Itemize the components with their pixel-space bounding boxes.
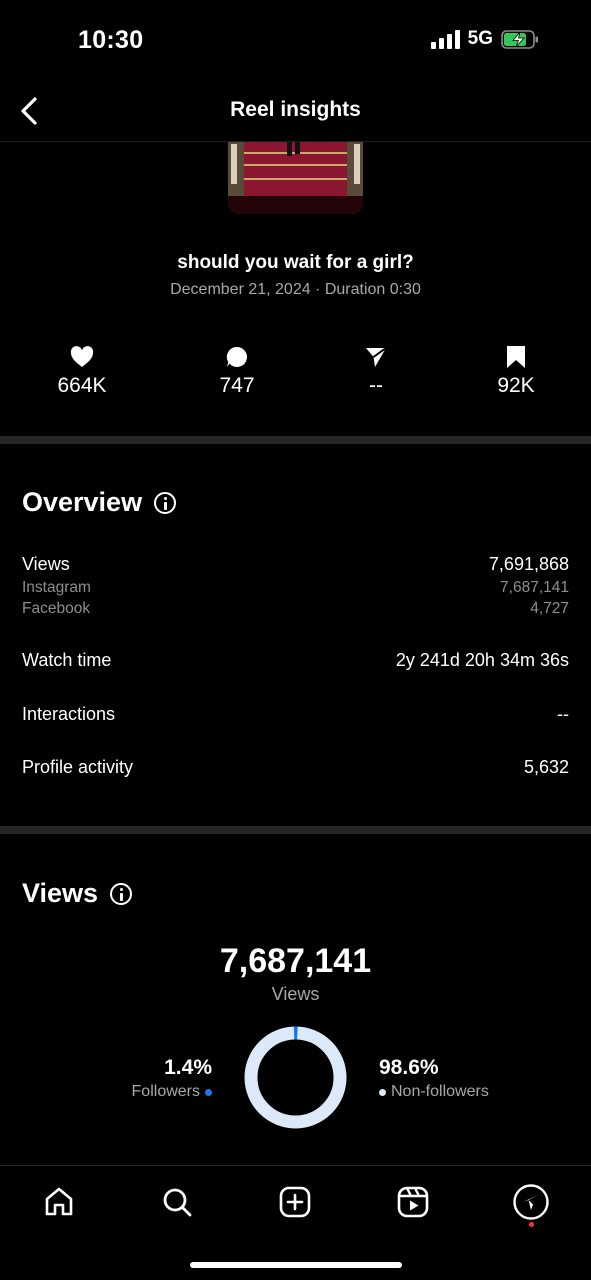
- instagram-row: Instagram 7,687,141: [22, 579, 569, 597]
- non-followers-legend: 98.6% Non-followers: [379, 1056, 489, 1101]
- shares-count: --: [369, 374, 383, 397]
- watch-time-row: Watch time 2y 241d 20h 34m 36s: [22, 650, 569, 671]
- followers-percent: 1.4%: [164, 1056, 212, 1079]
- facebook-label: Facebook: [22, 600, 91, 617]
- non-followers-dot: [379, 1088, 386, 1096]
- network-label: 5G: [467, 28, 493, 49]
- non-followers-percent: 98.6%: [379, 1056, 439, 1079]
- followers-dot: [205, 1088, 212, 1096]
- watch-time-value: 2y 241d 20h 34m 36s: [395, 650, 569, 670]
- views-total-label: Views: [271, 984, 320, 1004]
- non-followers-label: Non-followers: [391, 1083, 489, 1100]
- views-label: Views: [22, 554, 70, 574]
- shares-stat: --: [316, 344, 436, 398]
- followers-legend: 1.4% Followers: [132, 1056, 212, 1101]
- page-title: Reel insights: [230, 98, 361, 121]
- profile-activity-row[interactable]: Profile activity 5,632: [22, 757, 569, 778]
- send-icon: [316, 344, 436, 370]
- home-tab[interactable]: [39, 1182, 79, 1222]
- views-total: 7,687,141: [219, 942, 372, 980]
- create-icon: [279, 1186, 311, 1218]
- interactions-label: Interactions: [22, 704, 116, 724]
- followers-label: Followers: [131, 1083, 200, 1100]
- battery-charging-icon: [501, 29, 538, 49]
- reel-date-duration: December 21, 2024 · Duration 0:30: [170, 281, 421, 298]
- comments-stat: 747: [177, 344, 297, 398]
- reels-tab[interactable]: [393, 1182, 433, 1222]
- reels-icon: [397, 1186, 429, 1218]
- likes-stat: 664K: [22, 344, 142, 398]
- reel-thumbnail[interactable]: [228, 142, 363, 214]
- saves-stat: 92K: [456, 344, 576, 398]
- views-heading: Views: [22, 878, 133, 909]
- header: Reel insights: [0, 80, 591, 142]
- views-value: 7,691,868: [488, 554, 569, 574]
- explore-tab[interactable]: [511, 1182, 551, 1222]
- signal-icon: [430, 29, 460, 49]
- engagement-stats: 664K 747 -- 92K: [0, 344, 591, 404]
- donut-segment-non-followers: [244, 1026, 347, 1129]
- create-tab[interactable]: [275, 1182, 315, 1222]
- search-tab[interactable]: [157, 1182, 197, 1222]
- bookmark-icon: [456, 344, 576, 370]
- status-time: 10:30: [78, 26, 144, 54]
- interactions-row[interactable]: Interactions --: [22, 704, 569, 725]
- info-icon[interactable]: [110, 882, 133, 905]
- overview-heading: Overview: [22, 487, 177, 518]
- profile-activity-label: Profile activity: [22, 757, 134, 777]
- comment-icon: [177, 344, 297, 370]
- comments-count: 747: [219, 374, 255, 397]
- info-icon[interactable]: [154, 491, 177, 514]
- interactions-value: --: [557, 704, 569, 724]
- status-bar: 10:30 5G: [0, 0, 591, 80]
- views-row: Views 7,691,868: [22, 554, 569, 575]
- search-icon: [163, 1188, 192, 1217]
- instagram-label: Instagram: [22, 579, 91, 596]
- views-title: Views: [22, 878, 99, 908]
- reel-caption: should you wait for a girl?: [177, 252, 414, 273]
- facebook-value: 4,727: [530, 600, 569, 617]
- likes-count: 664K: [57, 374, 107, 397]
- watch-time-label: Watch time: [22, 650, 112, 670]
- views-donut-chart: [244, 1026, 347, 1129]
- overview-title: Overview: [22, 487, 143, 517]
- notification-dot: [529, 1222, 534, 1227]
- heart-icon: [22, 344, 142, 370]
- section-divider: [0, 826, 591, 834]
- section-divider: [0, 436, 591, 444]
- home-indicator: [190, 1262, 402, 1268]
- profile-activity-value: 5,632: [523, 757, 569, 777]
- status-indicators: 5G: [430, 28, 539, 50]
- home-icon: [45, 1187, 73, 1216]
- explore-icon: [513, 1184, 549, 1220]
- instagram-value: 7,687,141: [500, 579, 569, 596]
- facebook-row: Facebook 4,727: [22, 600, 569, 618]
- saves-count: 92K: [497, 374, 535, 397]
